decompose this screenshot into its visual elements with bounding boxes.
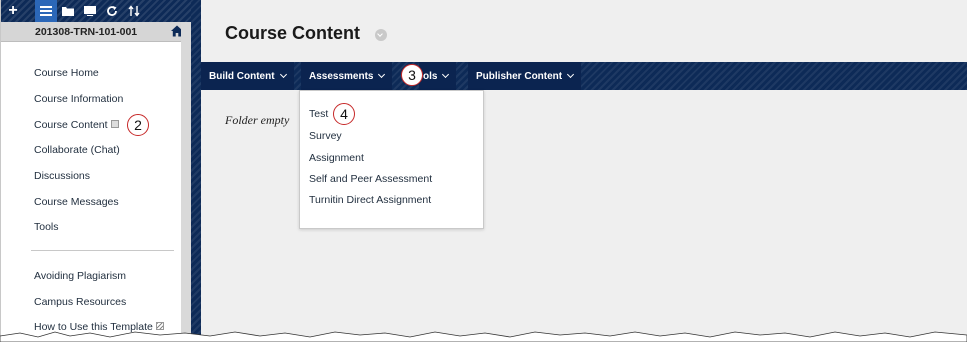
action-bar: Build Content Assessments ols Publisher … [201,62,967,90]
page-title: Course Content [225,23,360,43]
menu-item-test[interactable]: Test [309,108,328,120]
content-area: Course Content Build Content Assessments… [201,0,967,342]
menu-item-survey[interactable]: Survey [309,130,342,142]
hidden-item-icon [110,120,119,128]
sidebar-item-avoiding-plagiarism[interactable]: Avoiding Plagiarism [34,270,126,282]
sidebar-item-discussions[interactable]: Discussions [34,170,90,182]
callout-badge: 3 [401,64,423,86]
sidebar-item-collaborate-chat[interactable]: Collaborate (Chat) [34,144,120,156]
menu-item-turnitin-direct-assignment[interactable]: Turnitin Direct Assignment [309,194,431,206]
menu-item-assignment[interactable]: Assignment [309,152,364,164]
folder-view-icon[interactable] [57,0,79,22]
callout-badge: 4 [333,103,355,125]
sidebar-item-campus-resources[interactable]: Campus Resources [34,296,126,308]
build-content-button[interactable]: Build Content [201,62,294,90]
assessments-dropdown: Test Survey Assignment Self and Peer Ass… [299,90,484,229]
course-menu-toolbar: + [1,0,191,22]
display-view-icon[interactable] [79,0,101,22]
publisher-content-button[interactable]: Publisher Content [468,62,582,90]
refresh-icon[interactable] [101,0,123,22]
chevron-down-icon [442,70,450,79]
tools-button[interactable]: ols [419,62,457,90]
course-header: 201308-TRN-101-001 [1,22,191,42]
empty-folder-message: Folder empty [225,113,290,127]
reorder-icon[interactable] [123,0,145,22]
plus-icon[interactable]: + [1,0,25,22]
assessments-button[interactable]: Assessments [301,62,393,90]
chevron-down-icon [567,70,575,79]
menu-item-self-peer-assessment[interactable]: Self and Peer Assessment [309,173,432,185]
course-id: 201308-TRN-101-001 [35,26,138,38]
sidebar-item-course-information[interactable]: Course Information [34,93,123,105]
torn-edge [0,331,967,342]
sidebar-item-course-messages[interactable]: Course Messages [34,196,119,208]
sidebar-divider [31,250,174,251]
sidebar-item-course-home[interactable]: Course Home [34,67,99,79]
list-view-icon[interactable] [35,0,57,22]
page-title-menu-icon[interactable] [375,29,387,41]
course-menu: + 201308-TRN-101-001 Course Home Course … [0,0,191,342]
chevron-down-icon [279,70,287,79]
callout-badge: 2 [127,114,149,136]
sidebar-scrollbar[interactable] [181,22,191,342]
chevron-down-icon [378,70,386,79]
sidebar-item-tools[interactable]: Tools [34,221,59,233]
pane-divider[interactable] [191,0,201,342]
sidebar-item-course-content[interactable]: Course Content [34,119,119,131]
